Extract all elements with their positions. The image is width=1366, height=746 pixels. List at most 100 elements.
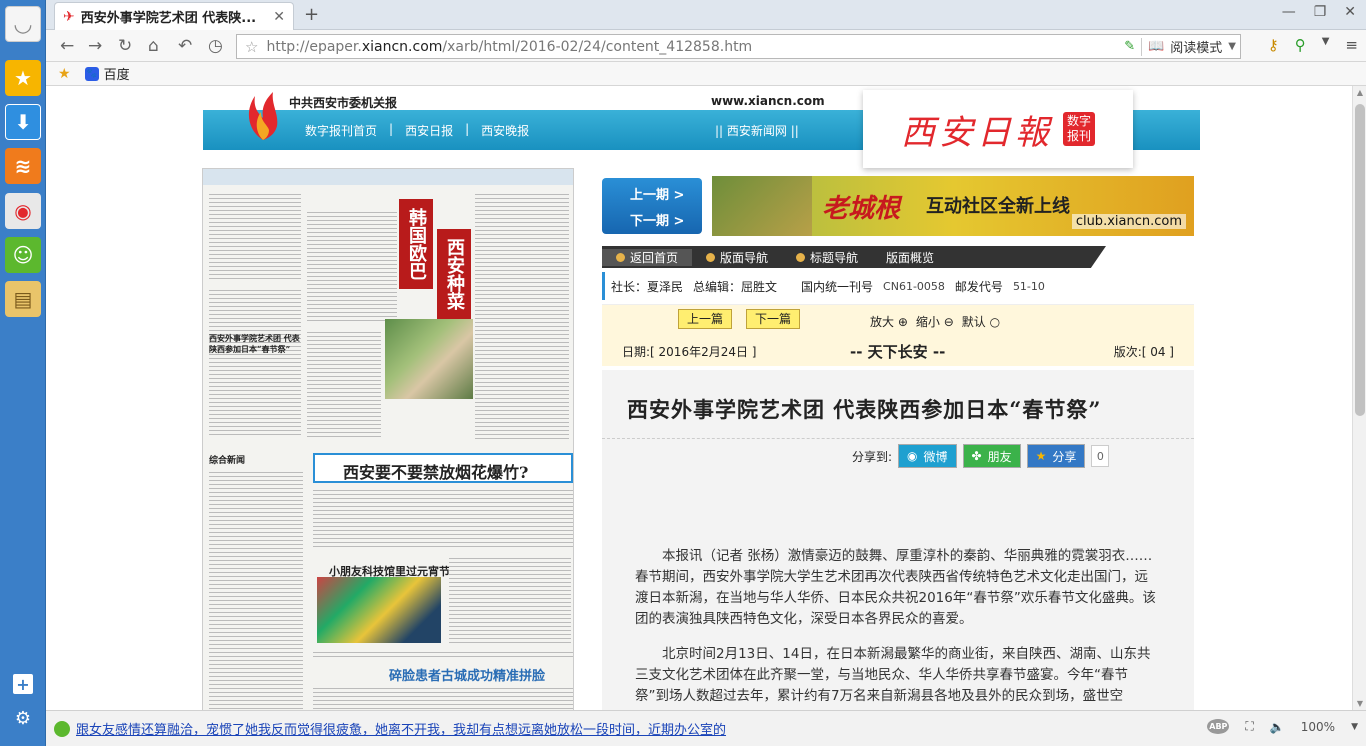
address-bar[interactable]: ☆ http://epaper.xiancn.com/xarb/html/201… xyxy=(236,34,1241,59)
bullet-icon xyxy=(796,252,806,262)
article-body: 本报讯（记者 张杨）激情豪迈的鼓舞、厚重淳朴的秦韵、华丽典雅的霓裳羽衣……春节期… xyxy=(635,546,1161,710)
article-paragraph: 本报讯（记者 张杨）激情豪迈的鼓舞、厚重淳朴的秦韵、华丽典雅的霓裳羽衣……春节期… xyxy=(635,548,1156,627)
issue-navigation: 上一期 > 下一期 > xyxy=(602,178,702,234)
security-icon[interactable]: ✎ xyxy=(1124,39,1135,54)
reading-mode-button[interactable]: 阅读模式 xyxy=(1170,37,1222,56)
favorites-icon[interactable]: ★ xyxy=(58,66,71,82)
issue-date: 日期:[ 2016年2月24日 ] xyxy=(622,344,757,359)
thumb-photo-2 xyxy=(317,577,441,643)
smiley-face-icon[interactable]: ◡ xyxy=(5,6,41,42)
history-icon[interactable]: ◷ xyxy=(208,36,223,56)
home-icon[interactable]: ⌂ xyxy=(148,36,159,56)
new-tab-icon[interactable]: + xyxy=(304,4,319,25)
scroll-down-icon[interactable]: ▼ xyxy=(1353,699,1366,708)
nav-xian-daily[interactable]: 西安日报 xyxy=(403,122,455,139)
thumb-section-label: 综合新闻 xyxy=(209,456,246,466)
cn-value: CN61-0058 xyxy=(883,279,945,293)
next-issue-button[interactable]: 下一期 > xyxy=(630,210,684,229)
bookmark-baidu[interactable]: 🐾 百度 xyxy=(84,64,130,83)
nav-xian-news[interactable]: || 西安新闻网 || xyxy=(715,122,799,139)
page-number: 版次:[ 04 ] xyxy=(1113,344,1174,359)
notes-icon[interactable]: ▤ xyxy=(5,281,41,317)
navigation-bar: ← → ↻ ⌂ ↶ ◷ ☆ http://epaper.xiancn.com/x… xyxy=(46,30,1366,62)
weibo-icon[interactable]: ◉ xyxy=(5,193,41,229)
bookmark-star-icon[interactable]: ☆ xyxy=(245,38,258,56)
zoom-default-button[interactable]: 默认 ○ xyxy=(962,313,1000,330)
clover-icon: ✤ xyxy=(971,449,982,463)
article-pager: 上一篇 下一篇 放大 ⊕ 缩小 ⊖ 默认 ○ xyxy=(602,304,1194,336)
share-friends-button[interactable]: ✤ 朋友 xyxy=(962,444,1021,468)
status-news-link[interactable]: 跟女友感情还算融洽，宠惯了她我反而觉得很疲惫，她离不开我，我却有点想远离她放松一… xyxy=(76,719,776,738)
restore-icon[interactable]: ❐ xyxy=(1314,4,1327,20)
masthead-meta: 社长：夏泽民 总编辑：屈胜文 国内统一刊号 CN61-0058 邮发代号 51-… xyxy=(602,272,1194,300)
section-nav: 返回首页 版面导航 标题导航 版面概览 xyxy=(602,246,1106,268)
party-text: 中共西安市委机关报 xyxy=(289,96,398,110)
zoom-in-button[interactable]: 放大 ⊕ xyxy=(870,313,908,330)
minimize-icon[interactable]: — xyxy=(1282,4,1296,20)
thumb-banner xyxy=(203,169,573,185)
vertical-scrollbar[interactable]: ▲ ▼ xyxy=(1352,86,1366,710)
zoom-dropdown-icon[interactable]: ▼ xyxy=(1351,722,1358,732)
site-url[interactable]: www.xiancn.com xyxy=(711,94,825,108)
prev-issue-button[interactable]: 上一期 > xyxy=(630,184,684,203)
newspaper-page-thumbnail[interactable]: 韩国欧巴 西安种菜 西安外事学院艺术团 代表陕西参加日本“春节祭” 综合新闻 西… xyxy=(202,168,574,710)
prev-article-button[interactable]: 上一篇 xyxy=(678,309,733,329)
baidu-paw-icon: 🐾 xyxy=(84,66,99,81)
download-icon[interactable]: ⬇ xyxy=(5,104,41,140)
nav-digital-home[interactable]: 数字报刊首页 xyxy=(303,122,379,139)
bullet-icon xyxy=(616,252,625,262)
rss-icon[interactable]: ≋ xyxy=(5,148,41,184)
adblock-icon[interactable]: ABP xyxy=(1207,719,1230,734)
undo-close-icon[interactable]: ↶ xyxy=(178,36,192,56)
cn-label: 国内统一刊号 xyxy=(801,279,874,294)
share-more-button[interactable]: ★ 分享 xyxy=(1026,444,1086,468)
status-bar: 跟女友感情还算融洽，宠惯了她我反而觉得很疲惫，她离不开我，我却有点想远离她放松一… xyxy=(46,710,1366,746)
menu-icon[interactable]: ≡ xyxy=(1345,36,1358,54)
article-paragraph: 北京时间2月13日、14日，在日本新潟最繁华的商业街，来自陕西、湖南、山东共三支… xyxy=(635,646,1151,704)
nav-title-index[interactable]: 标题导航 xyxy=(782,249,872,266)
dropdown-icon[interactable]: ▼ xyxy=(1322,36,1330,54)
site-header: 中共西安市委机关报 www.xiancn.com 数字报刊首页 | 西安日报 | 西… xyxy=(203,90,1200,168)
thumb-headline-fireworks: 西安要不要禁放烟花爆竹? xyxy=(343,463,529,482)
nav-page-index[interactable]: 版面导航 xyxy=(692,249,782,266)
nav-page-overview[interactable]: 版面概览 xyxy=(872,249,948,266)
nav-xian-evening[interactable]: 西安晚报 xyxy=(479,122,531,139)
favorites-star-icon[interactable]: ★ xyxy=(5,60,41,96)
gear-icon[interactable]: ⚙ xyxy=(11,706,35,730)
refresh-icon[interactable]: ↻ xyxy=(118,36,132,56)
nav-home[interactable]: 返回首页 xyxy=(602,248,693,266)
user-icon[interactable]: ⚲ xyxy=(1295,36,1306,54)
fullscreen-icon[interactable]: ⛶ xyxy=(1245,719,1253,734)
forward-icon[interactable]: → xyxy=(88,36,102,56)
tab-title: 西安外事学院艺术团 代表陕... xyxy=(80,11,257,26)
issue-info-bar: 日期:[ 2016年2月24日 ] -- 天下长安 -- 版次:[ 04 ] xyxy=(602,336,1194,366)
back-icon[interactable]: ← xyxy=(60,36,74,56)
ad-banner[interactable]: 老城根 互动社区全新上线 club.xiancn.com xyxy=(712,176,1194,236)
url-text[interactable]: http://epaper.xiancn.com/xarb/html/2016-… xyxy=(266,39,1124,55)
next-article-button[interactable]: 下一篇 xyxy=(746,309,801,329)
divider xyxy=(602,438,1194,439)
bookmark-bar: ★ 🐾 百度 xyxy=(46,62,1366,86)
bullet-icon xyxy=(706,252,716,262)
close-window-icon[interactable]: ✕ xyxy=(1344,4,1356,20)
zoom-level[interactable]: 100% xyxy=(1301,720,1335,734)
scrollbar-thumb[interactable] xyxy=(1355,104,1365,416)
chevron-down-icon[interactable]: ▼ xyxy=(1228,41,1236,52)
zoom-out-button[interactable]: 缩小 ⊖ xyxy=(916,313,954,330)
emoji-icon[interactable]: ☺ xyxy=(5,237,41,273)
site-favicon-icon: ✈ xyxy=(63,8,75,25)
key-icon[interactable]: ⚷ xyxy=(1268,36,1279,54)
thumb-headline-face: 碎脸患者古城成功精准拼脸 xyxy=(389,669,546,684)
star-icon: ★ xyxy=(1035,449,1047,463)
scroll-up-icon[interactable]: ▲ xyxy=(1353,88,1366,97)
add-icon[interactable]: + xyxy=(13,674,33,694)
close-tab-icon[interactable]: ✕ xyxy=(273,9,285,25)
browser-tab[interactable]: ✈ 西安外事学院艺术团 代表陕... ✕ xyxy=(54,2,294,30)
sound-icon[interactable]: 🔈 xyxy=(1270,720,1285,734)
font-zoom-controls: 放大 ⊕ 缩小 ⊖ 默认 ○ xyxy=(870,313,1000,330)
share-weibo-button[interactable]: ◉ 微博 xyxy=(898,444,957,468)
ad-slogan: 互动社区全新上线 xyxy=(926,196,1070,217)
bookmark-label: 百度 xyxy=(103,68,130,83)
post-code-value: 51-10 xyxy=(1012,279,1045,293)
digital-badge: 数字 报刊 xyxy=(1063,112,1095,146)
